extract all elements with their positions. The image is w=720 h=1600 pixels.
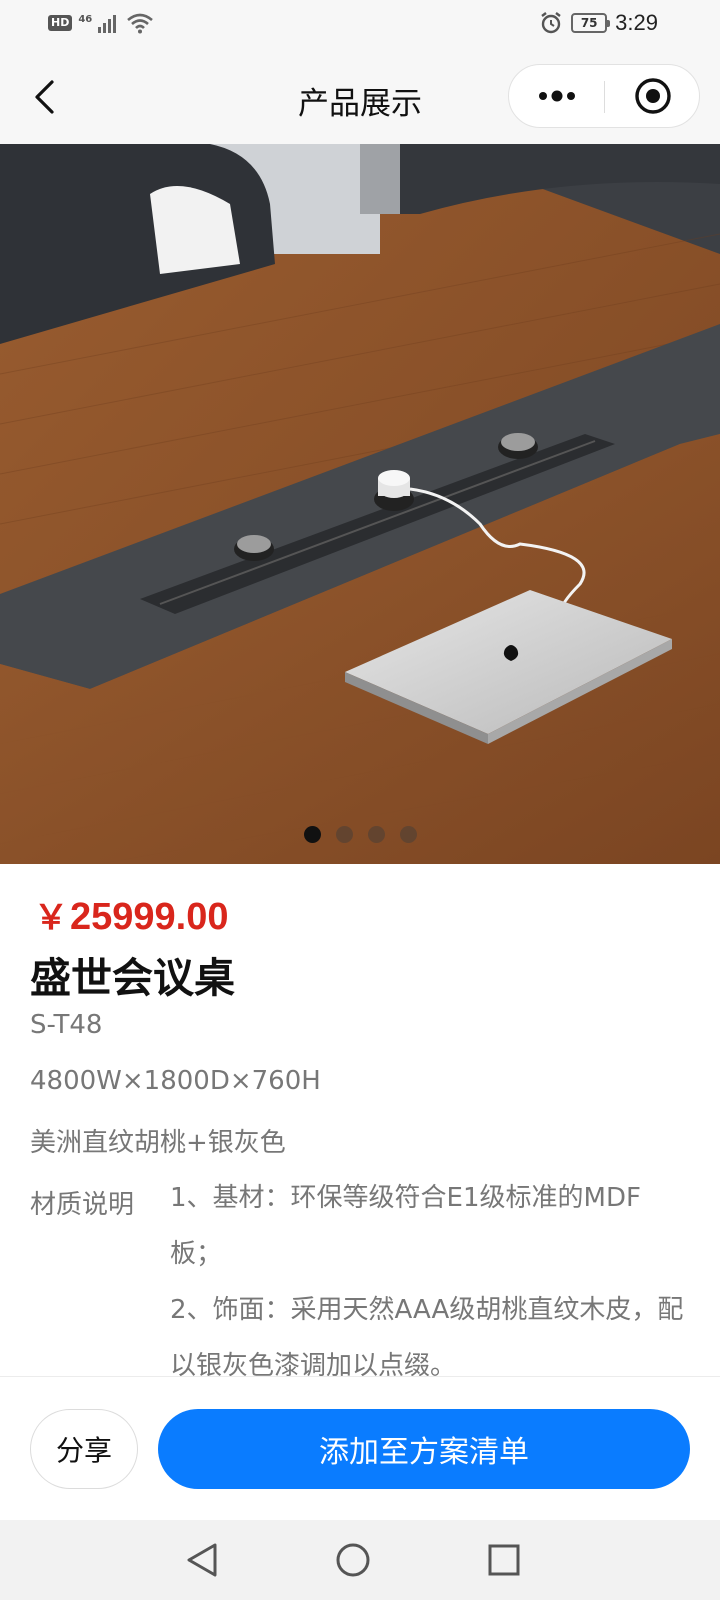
price-value: 25999.00 — [70, 896, 229, 938]
miniprogram-capsule — [508, 64, 700, 128]
product-model: S-T48 — [30, 1010, 103, 1040]
nav-bar: 产品展示 — [0, 50, 720, 144]
signal-icon — [98, 15, 117, 33]
product-color: 美洲直纹胡桃+银灰色 — [30, 1128, 286, 1158]
carousel-dot-active[interactable] — [303, 826, 321, 843]
status-left: HD 46 — [48, 12, 154, 34]
carousel-dot[interactable] — [335, 826, 353, 843]
share-button[interactable]: 分享 — [30, 1409, 138, 1489]
status-bar: HD 46 75 3:29 — [0, 0, 720, 50]
carousel-indicator — [0, 826, 720, 843]
product-price: ￥25999.00 — [34, 890, 229, 939]
material-description: 1、基材：环保等级符合E1级标准的MDF板； 2、饰面：采用天然AAA级胡桃直纹… — [170, 1170, 690, 1394]
currency-symbol: ￥ — [34, 899, 68, 937]
close-miniprogram-button[interactable] — [605, 65, 700, 127]
system-home-button[interactable] — [331, 1538, 375, 1582]
status-right: 75 3:29 — [539, 10, 658, 36]
carousel-dot[interactable] — [399, 826, 417, 843]
carousel-dot[interactable] — [367, 826, 385, 843]
triangle-back-icon — [187, 1543, 217, 1577]
product-size: 4800W×1800D×760H — [30, 1066, 321, 1096]
alarm-icon — [541, 12, 561, 34]
add-to-list-button[interactable]: 添加至方案清单 — [158, 1409, 690, 1489]
network-type: 46 — [78, 13, 93, 25]
app-screen: HD 46 75 3:29 产品展示 ￥25999.00 盛世会议桌 S-T48… — [0, 0, 720, 1600]
product-photo — [0, 144, 720, 864]
wifi-icon — [127, 13, 154, 34]
hd-badge: HD — [48, 15, 73, 31]
material-line: 1、基材：环保等级符合E1级标准的MDF板； — [170, 1183, 641, 1269]
system-back-button[interactable] — [180, 1538, 224, 1582]
target-close-icon — [634, 78, 671, 114]
battery-icon: 75 — [571, 13, 611, 33]
product-name: 盛世会议桌 — [30, 954, 235, 1002]
material-label: 材质说明 — [30, 1190, 135, 1220]
product-image-carousel[interactable] — [0, 144, 720, 864]
more-dots-icon — [538, 90, 575, 102]
status-time: 3:29 — [615, 10, 658, 35]
square-recents-icon — [488, 1544, 520, 1576]
circle-home-icon — [336, 1543, 370, 1577]
more-button[interactable] — [509, 65, 604, 127]
bottom-action-bar: 分享 添加至方案清单 — [0, 1376, 720, 1520]
system-nav-bar — [0, 1520, 720, 1600]
system-recents-button[interactable] — [482, 1538, 526, 1582]
